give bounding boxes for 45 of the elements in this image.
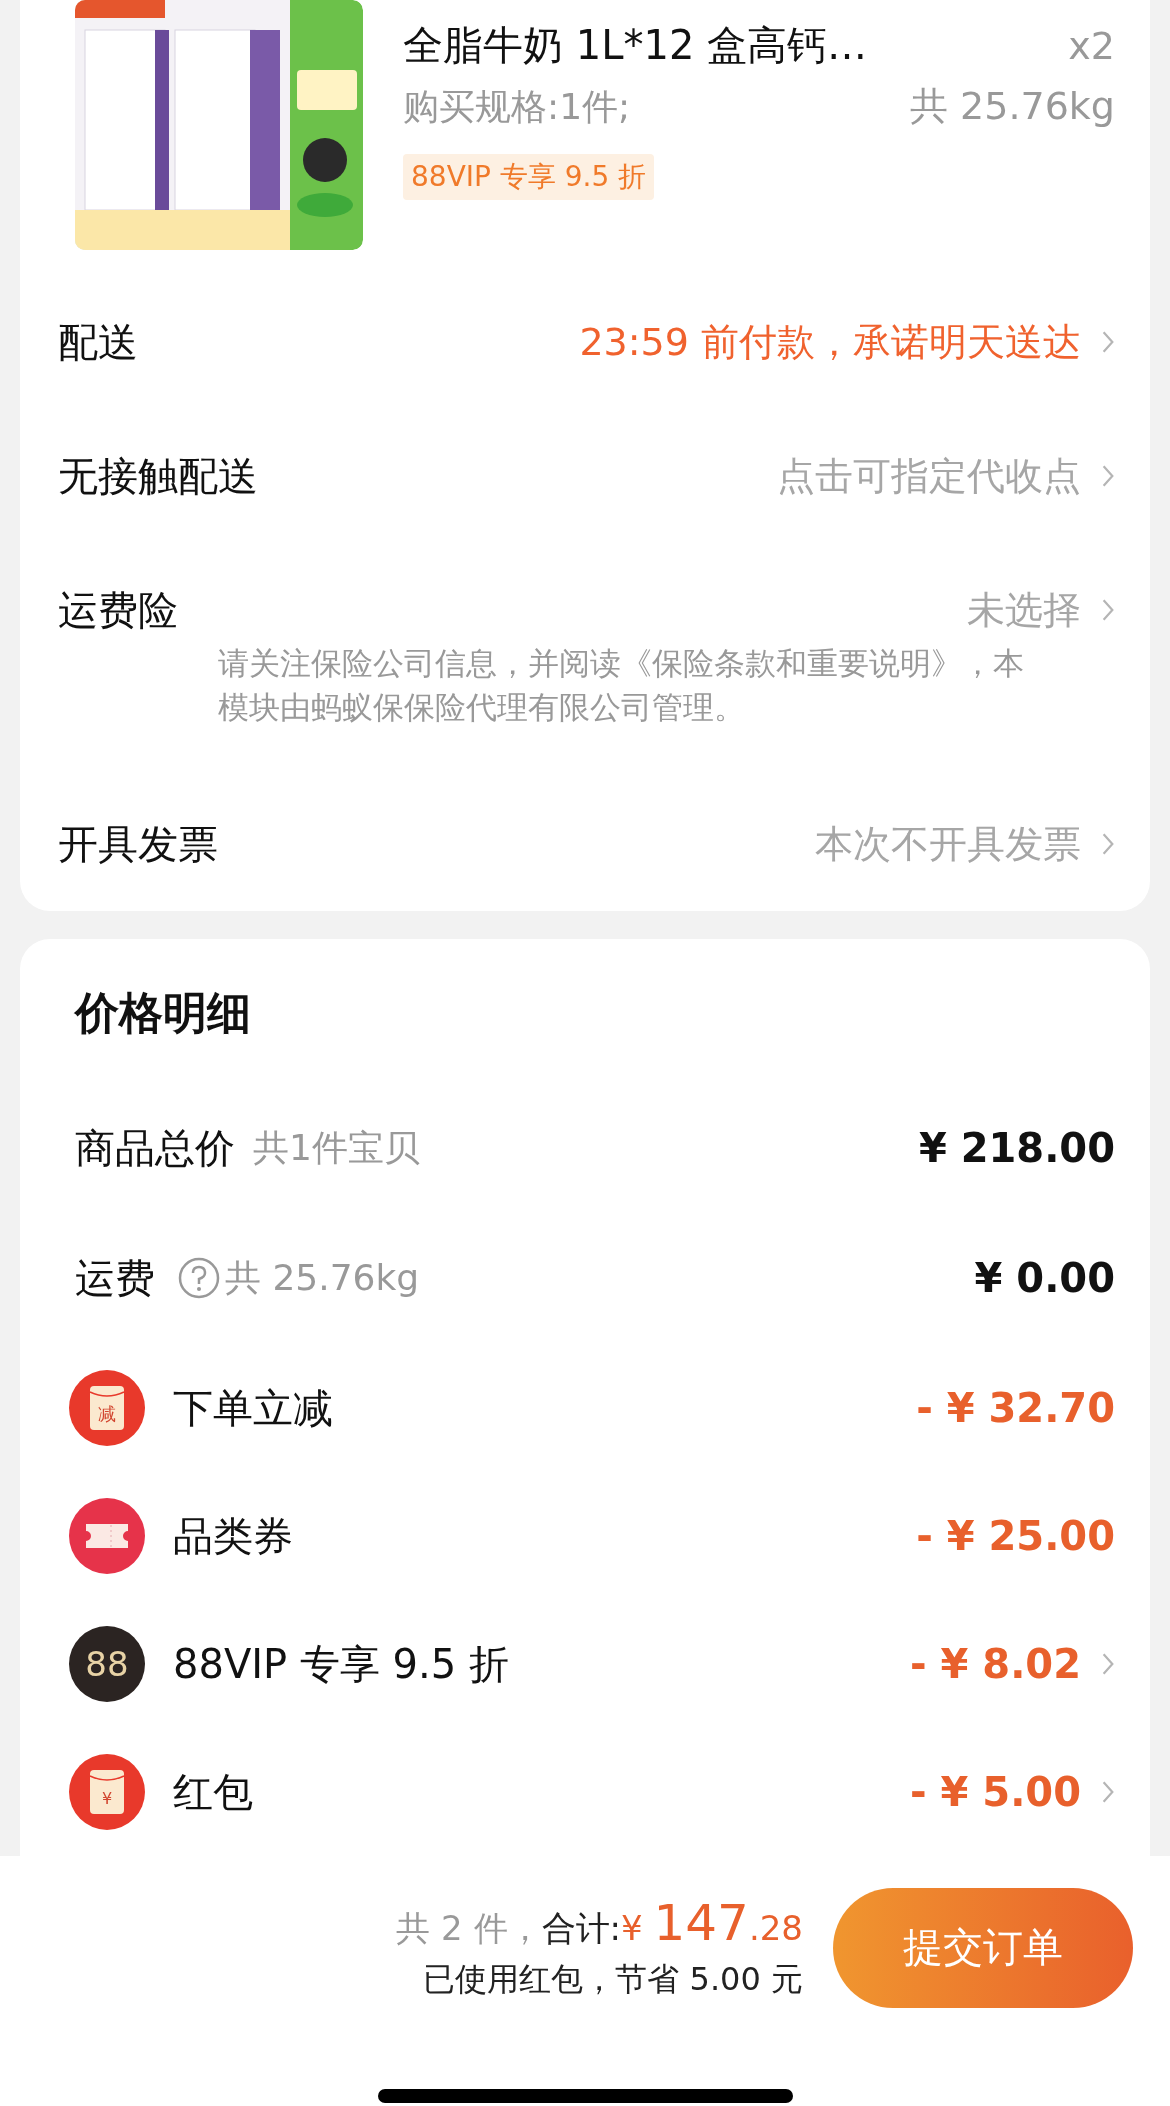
envelope-icon: ¥ bbox=[69, 1754, 145, 1830]
chevron-icon[interactable] bbox=[1101, 330, 1115, 354]
row-label: 运费 bbox=[75, 1253, 155, 1303]
section-title: 价格明细 bbox=[73, 986, 252, 1040]
discount-value: - ¥ 25.00 bbox=[916, 1513, 1115, 1559]
submit-order-button[interactable]: 提交订单 bbox=[833, 1887, 1133, 2008]
price-value: ¥ 0.00 bbox=[974, 1255, 1115, 1301]
discount-tag: 88VIP 专享 9.5 折 bbox=[403, 154, 655, 200]
discount-value: - ¥ 32.70 bbox=[916, 1385, 1115, 1431]
price-value: ¥ 218.00 bbox=[918, 1125, 1115, 1171]
saving-text: 已使用红包，节省 5.00 元 bbox=[423, 1958, 803, 2000]
discount-label: 88VIP 专享 9.5 折 bbox=[173, 1639, 510, 1689]
insurance-note: 请关注保险公司信息，并阅读《保险条款和重要说明》，本模块由蚂蚁保保险代理有限公司管理。 bbox=[217, 644, 1025, 727]
chevron-icon[interactable] bbox=[1101, 598, 1115, 622]
row-value[interactable]: 未选择 bbox=[967, 584, 1081, 636]
discount-label: 下单立减 bbox=[173, 1383, 334, 1433]
chevron-icon[interactable] bbox=[1101, 1652, 1115, 1676]
row-note: 共1件宝贝 bbox=[253, 1125, 421, 1170]
row-label: 开具发票 bbox=[58, 819, 219, 869]
row-value[interactable]: 点击可指定代收点 bbox=[777, 450, 1081, 502]
chevron-icon[interactable] bbox=[1101, 832, 1115, 856]
row-label: 运费险 bbox=[58, 585, 179, 635]
row-label: 无接触配送 bbox=[58, 451, 259, 501]
row-note: 共 25.76kg bbox=[225, 1255, 421, 1300]
ticket-icon bbox=[69, 1498, 145, 1574]
quantity-text: x2 bbox=[1068, 24, 1115, 68]
vip-icon: 88 bbox=[69, 1626, 145, 1702]
help-icon[interactable] bbox=[177, 1256, 221, 1300]
discount-value: - ¥ 5.00 bbox=[910, 1769, 1081, 1815]
row-value[interactable]: 23:59 前付款，承诺明天送达 bbox=[579, 316, 1081, 368]
spec-text: 购买规格:1件; bbox=[403, 85, 631, 129]
discount-label: 品类券 bbox=[173, 1511, 294, 1561]
row-label: 配送 bbox=[58, 317, 139, 367]
product-title[interactable]: 全脂牛奶 1L*12 盒高钙… bbox=[403, 18, 868, 73]
discount-icon: 减 bbox=[69, 1370, 145, 1446]
row-value[interactable]: 本次不开具发票 bbox=[815, 818, 1081, 870]
chevron-icon[interactable] bbox=[1101, 464, 1115, 488]
discount-label: 红包 bbox=[173, 1767, 254, 1817]
chevron-icon[interactable] bbox=[1101, 1780, 1115, 1804]
discount-value: - ¥ 8.02 bbox=[910, 1641, 1081, 1687]
total-price: ¥ 147.28 bbox=[621, 1893, 803, 1952]
row-label: 商品总价 bbox=[75, 1123, 235, 1173]
weight-text: 共 25.76kg bbox=[910, 83, 1115, 130]
total-label: 合计: bbox=[541, 1906, 622, 1950]
item-count: 共 2 件， bbox=[396, 1906, 542, 1950]
